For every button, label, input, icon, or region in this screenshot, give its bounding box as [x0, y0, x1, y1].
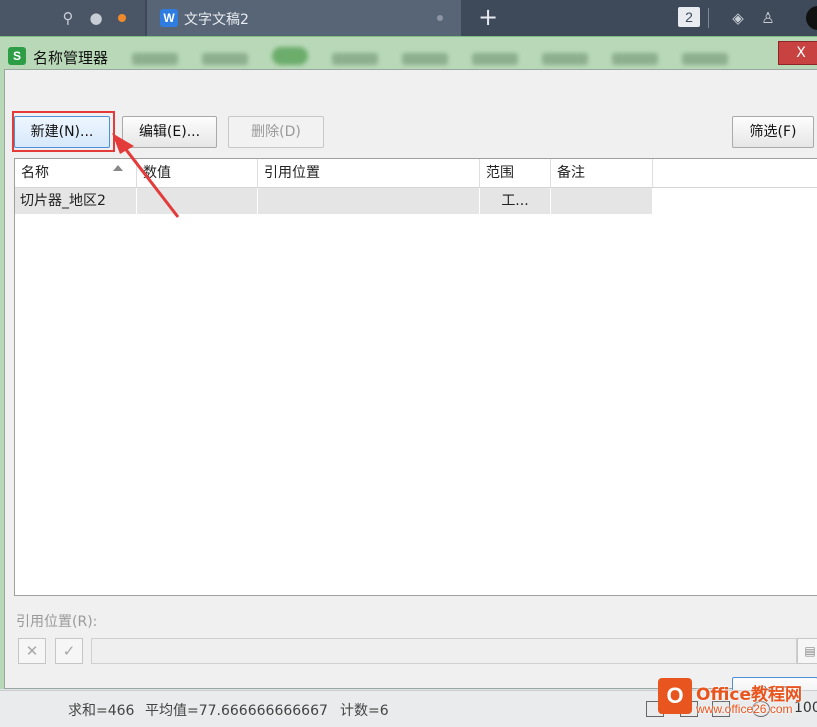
status-average: 平均值=77.666666666667: [145, 703, 328, 719]
document-tab-title: 文字文稿2: [184, 12, 249, 28]
names-list[interactable]: 名称 数值 引用位置 范围 备注 切片器_地区2 工...: [14, 158, 817, 596]
dialog-titlebar[interactable]: S 名称管理器 X: [0, 37, 817, 73]
confirm-edit-icon[interactable]: ✓: [55, 638, 83, 664]
watermark-url: www.office26.com: [696, 702, 793, 716]
wps-writer-icon: W: [160, 9, 178, 27]
watermark: O Office教程网 www.office26.com: [652, 676, 817, 726]
list-header: 名称 数值 引用位置 范围 备注: [15, 159, 817, 188]
key-icon[interactable]: ⚲: [58, 8, 78, 28]
shirt-icon[interactable]: ♙: [758, 8, 778, 28]
status-count: 计数=6: [340, 703, 389, 719]
column-header-scope[interactable]: 范围: [480, 159, 551, 187]
cancel-edit-icon[interactable]: ✕: [18, 638, 46, 664]
cell-note: [551, 188, 653, 214]
unsaved-dot-icon[interactable]: [437, 15, 443, 21]
cell-value: [137, 188, 258, 214]
cell-scope: 工...: [480, 188, 551, 214]
ref-label: 引用位置(R):: [16, 614, 98, 630]
dialog-close-icon[interactable]: X: [778, 41, 817, 65]
tab-bar-divider: [708, 8, 709, 28]
column-header-name[interactable]: 名称: [15, 159, 137, 187]
bulb-icon[interactable]: ●: [86, 8, 106, 28]
app-tab-bar: ⚲ ● W 文字文稿2 + 2 ◈ ♙: [0, 0, 817, 36]
skin-icon[interactable]: ◈: [728, 8, 748, 28]
column-header-note[interactable]: 备注: [551, 159, 653, 187]
avatar[interactable]: [806, 6, 817, 30]
blurred-ribbon-background: [120, 45, 760, 67]
window-count-badge[interactable]: 2: [678, 7, 700, 27]
office-logo-icon: O: [658, 678, 692, 714]
name-manager-dialog: S 名称管理器 X 新建(N)... 编辑(E)... 删除(D) 筛选(F) …: [0, 36, 817, 711]
notification-dot-icon: [118, 14, 126, 22]
dialog-title: 名称管理器: [33, 49, 109, 67]
ref-input[interactable]: [91, 638, 797, 664]
new-tab-plus-icon[interactable]: +: [478, 3, 498, 31]
cell-ref: [258, 188, 480, 214]
column-header-value[interactable]: 数值: [137, 159, 258, 187]
delete-button[interactable]: 删除(D): [228, 116, 324, 148]
tab-bar-left: ⚲ ●: [0, 0, 145, 36]
column-header-ref[interactable]: 引用位置: [258, 159, 480, 187]
filter-button[interactable]: 筛选(F): [732, 116, 814, 148]
status-sum: 求和=466: [68, 703, 135, 719]
edit-button[interactable]: 编辑(E)...: [122, 116, 217, 148]
dialog-body: 新建(N)... 编辑(E)... 删除(D) 筛选(F) 名称 数值 引用位置…: [4, 69, 817, 711]
spreadsheet-app-icon: S: [8, 47, 26, 65]
document-tab[interactable]: W 文字文稿2: [147, 0, 461, 36]
annotation-highlight-box: [12, 111, 115, 152]
sort-caret-icon[interactable]: [113, 165, 123, 171]
cell-name: 切片器_地区2: [15, 188, 137, 214]
range-select-icon[interactable]: ▤: [797, 638, 817, 664]
